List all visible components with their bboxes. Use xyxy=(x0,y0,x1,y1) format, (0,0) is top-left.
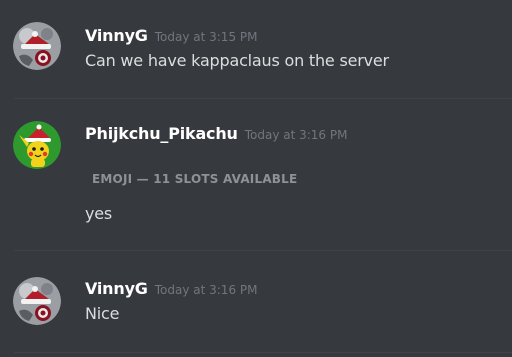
username[interactable]: VinnyG Today at 3:15 PM xyxy=(85,26,257,45)
username[interactable]: VinnyG Today at 3:16 PM xyxy=(85,279,257,298)
santa-hat-avatar-icon xyxy=(13,22,61,70)
divider xyxy=(14,352,512,353)
timestamp: Today at 3:16 PM xyxy=(244,128,348,142)
timestamp: Today at 3:15 PM xyxy=(154,30,258,44)
santa-hat-avatar-icon xyxy=(13,277,61,325)
embed-header: EMOJI — 11 SLOTS AVAILABLE xyxy=(92,172,298,186)
message-group: Phijkchu_Pikachu Today at 3:16 PM EMOJI —… xyxy=(0,99,512,250)
message-group: VinnyG Today at 3:16 PM Nice xyxy=(0,251,512,357)
timestamp: Today at 3:16 PM xyxy=(154,283,258,297)
avatar[interactable] xyxy=(13,22,61,70)
message-text: yes xyxy=(85,204,113,223)
username-text[interactable]: Phijkchu_Pikachu xyxy=(85,124,238,143)
avatar[interactable] xyxy=(13,121,61,169)
message-group: VinnyG Today at 3:15 PM Can we have kappa… xyxy=(0,0,512,98)
username-text[interactable]: VinnyG xyxy=(85,26,148,45)
message-text: Can we have kappaclaus on the server xyxy=(85,51,389,70)
avatar[interactable] xyxy=(13,277,61,325)
username-text[interactable]: VinnyG xyxy=(85,279,148,298)
message-text: Nice xyxy=(85,304,120,323)
chat-messages: VinnyG Today at 3:15 PM Can we have kappa… xyxy=(0,0,512,357)
pikachu-santa-avatar-icon xyxy=(13,121,61,169)
username[interactable]: Phijkchu_Pikachu Today at 3:16 PM xyxy=(85,124,347,143)
